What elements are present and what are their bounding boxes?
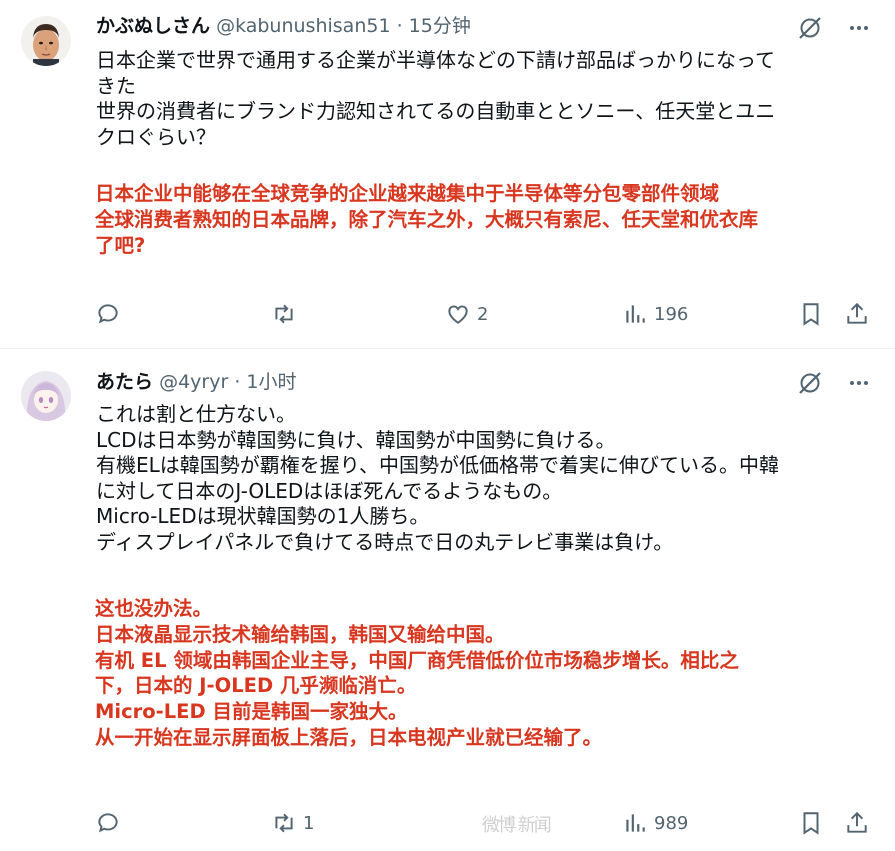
like-count: 2: [477, 303, 489, 325]
reply-button[interactable]: [95, 301, 127, 327]
retweet-count: 1: [303, 812, 315, 834]
more-icon[interactable]: [847, 16, 871, 40]
retweet-button[interactable]: [271, 301, 303, 327]
avatar[interactable]: [21, 16, 71, 66]
translation-line: 日本液晶显示技术输给韩国，韩国又输给中国。: [95, 622, 505, 646]
text-line: これは割と仕方ない。: [96, 402, 296, 426]
avatar-image: [21, 371, 71, 421]
bookmark-button[interactable]: [798, 810, 824, 836]
text-line: 世界の消費者にブランド力認知されてるの自動車ととソニー、任天堂とユニ: [96, 99, 776, 123]
share-icon: [847, 811, 867, 833]
text-line: 有機ELは韓国勢が覇権を握り、中国勢が低価格帯で着実に伸びている。中韓: [96, 453, 779, 477]
text-line: に対して日本のJ-OLEDはほぼ死んでるようなもの。: [96, 478, 563, 503]
tweet-text: 日本企業で世界で通用する企業が半導体などの下請け部品ばっかりになって きた 世界…: [96, 48, 864, 150]
avatar-image: [21, 16, 71, 66]
author-handle[interactable]: @4yryr: [159, 371, 228, 393]
translation-line: 日本企业中能够在全球竞争的企业越来越集中于半导体等分包零部件领域: [95, 182, 720, 205]
retweet-button[interactable]: 1: [271, 810, 314, 836]
view-count: 989: [654, 812, 689, 834]
text-line: クロぐらい？: [96, 124, 216, 149]
author-name[interactable]: かぶぬしさん: [96, 15, 210, 37]
tweet-header: あたら @4yryr · 1小时: [96, 370, 296, 394]
grok-icon[interactable]: [797, 370, 823, 396]
text-line: LCDは日本勢が韓国勢に負け、韓国勢が中国勢に負ける。: [96, 427, 616, 452]
timestamp[interactable]: · 15分钟: [397, 15, 471, 37]
action-bar: 1 989: [0, 810, 895, 840]
translation-text: 日本企业中能够在全球竞争的企业越来越集中于半导体等分包零部件领域 全球消费者熟知…: [95, 181, 875, 258]
author-handle[interactable]: @kabunushisan51: [216, 15, 390, 37]
tweet[interactable]: あたら @4yryr · 1小时 これは割と仕方ない。 LCDは日本勢が韓国勢に…: [0, 349, 895, 851]
text-line: Micro-LEDは現状韓国勢の1人勝ち。: [96, 504, 430, 528]
views-icon: [626, 305, 645, 323]
translation-line: 有机 EL 领域由韩国企业主导，中国厂商凭借低价位市场稳步增长。相比之: [95, 648, 739, 672]
reply-button[interactable]: [95, 810, 127, 836]
translation-line: 这也没办法。: [95, 597, 213, 620]
heart-icon: [448, 305, 468, 324]
retweet-icon: [275, 304, 293, 324]
text-line: 日本企業で世界で通用する企業が半導体などの下請け部品ばっかりになって: [96, 48, 775, 72]
translation-text: 这也没办法。 日本液晶显示技术输给韩国，韩国又输给中国。 有机 EL 领域由韩国…: [95, 596, 875, 751]
bookmark-icon: [803, 303, 819, 326]
share-button[interactable]: [844, 301, 870, 327]
translation-line: 了吧?: [95, 233, 146, 257]
timestamp[interactable]: · 1小时: [234, 371, 296, 393]
action-bar: 2 196: [0, 301, 895, 331]
author-name[interactable]: あたら: [96, 371, 153, 393]
tweet[interactable]: かぶぬしさん @kabunushisan51 · 15分钟 日本企業で世界で通用…: [0, 0, 895, 349]
tweet-header: かぶぬしさん @kabunushisan51 · 15分钟: [96, 14, 471, 38]
tweet-text: これは割と仕方ない。 LCDは日本勢が韓国勢に負け、韓国勢が中国勢に負ける。 有…: [96, 402, 864, 555]
translation-line: 全球消费者熟知的日本品牌，除了汽车之外，大概只有索尼、任天堂和优衣库: [95, 207, 759, 231]
watermark: 微博 新闻: [482, 815, 552, 836]
text-line: きた: [96, 73, 136, 98]
views-icon: [626, 814, 645, 832]
views-button[interactable]: 989: [622, 810, 688, 836]
avatar[interactable]: [21, 371, 71, 421]
grok-icon[interactable]: [797, 15, 823, 41]
bookmark-icon: [803, 812, 819, 835]
reply-icon: [98, 304, 118, 324]
like-button[interactable]: 2: [445, 301, 488, 327]
bookmark-button[interactable]: [798, 301, 824, 327]
translation-line: Micro-LED 目前是韩国一家独大。: [95, 700, 408, 724]
retweet-icon: [275, 813, 293, 833]
share-icon: [847, 302, 867, 324]
translation-line: 下，日本的 J-OLED 几乎濒临消亡。: [95, 674, 417, 698]
view-count: 196: [654, 303, 689, 325]
translation-line: 从一开始在显示屏面板上落后，日本电视产业就已经输了。: [95, 725, 603, 749]
reply-icon: [98, 813, 118, 833]
views-button[interactable]: 196: [622, 301, 688, 327]
share-button[interactable]: [844, 810, 870, 836]
text-line: ディスプレイパネルで負けてる時点で日の丸テレビ事業は負け。: [96, 529, 674, 554]
more-icon[interactable]: [847, 371, 871, 395]
